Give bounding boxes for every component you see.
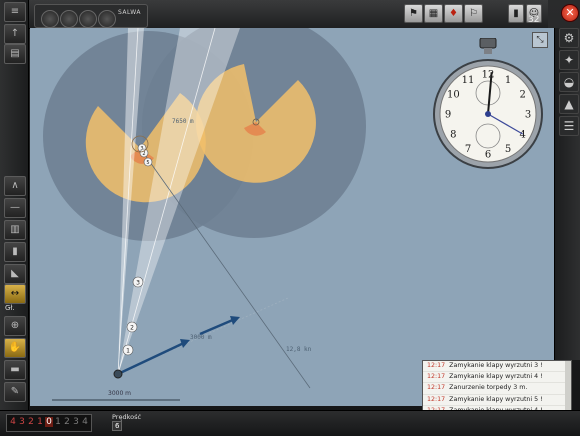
dial-number: 6 xyxy=(485,150,491,161)
menu-icon[interactable]: ≡ xyxy=(4,2,26,22)
svg-text:3: 3 xyxy=(136,280,140,287)
stopwatch-stem xyxy=(484,48,492,54)
speed-step[interactable]: 2 xyxy=(63,417,71,427)
log-entry: 12:17 Zanurzenie torpedy 3 m. xyxy=(423,383,571,395)
dial-number: 5 xyxy=(505,144,511,155)
stopwatch-crown-icon[interactable] xyxy=(479,37,497,49)
map-tool-icon[interactable]: ▥ xyxy=(4,220,26,240)
speed-step[interactable]: 0 xyxy=(45,417,53,427)
cluster-marker[interactable]: 2 xyxy=(139,148,149,158)
dial-number: 4 xyxy=(519,130,525,141)
tube-slot-icon[interactable] xyxy=(98,10,116,28)
log-time: 12:17 xyxy=(427,384,446,392)
stopwatch-pivot xyxy=(485,111,491,117)
salvo-label: SALWA xyxy=(117,9,141,16)
tube-slot-icon[interactable] xyxy=(41,10,59,28)
dial-number: 12 xyxy=(482,70,495,81)
track-marker-2[interactable]: 2 xyxy=(126,321,138,333)
dial-number: 2 xyxy=(519,90,525,101)
flag-icon[interactable]: ⚐ xyxy=(464,4,483,23)
right-toolbar: ⚙ ✦ ◒ ▲ ☰ xyxy=(554,28,580,360)
tube-slot-icon[interactable] xyxy=(79,10,97,28)
dial-number: 8 xyxy=(450,130,456,141)
nav-icon[interactable]: ✦ xyxy=(559,50,579,70)
log-entry: 12:17Zamykanie klapy wyrzutni 4 ! xyxy=(423,372,571,384)
speed-value: 6 xyxy=(112,421,123,431)
dial-number: 1 xyxy=(505,75,511,86)
depth-label: Gł. xyxy=(5,304,15,312)
svg-text:1: 1 xyxy=(126,348,130,355)
salvo-panel[interactable]: SALWA xyxy=(34,4,148,28)
pencil-icon[interactable]: ✎ xyxy=(4,382,26,402)
target-course-arrow xyxy=(199,317,236,336)
list-icon[interactable]: ☰ xyxy=(559,116,579,136)
measure-tool-icon[interactable]: ↔ xyxy=(4,284,26,304)
torpedo-count: 32 xyxy=(528,15,540,25)
dial-number: 7 xyxy=(465,144,471,155)
log-entry: 12:17Zamykanie klapy wyrzutni 3 ! xyxy=(423,361,571,373)
own-ship-marker[interactable] xyxy=(113,369,123,379)
tube-slot-icon[interactable] xyxy=(60,10,78,28)
scale-label: 3000 m xyxy=(108,390,132,397)
log-time: 12:17 xyxy=(427,373,446,381)
left-toolbar: ≡ ↑ ▤ ∧ — ▥ ▮ ◣ ↔ Gł. ⊕ ✋ ▬ ✎ xyxy=(0,0,29,410)
speed-step[interactable]: 1 xyxy=(36,417,44,427)
speed-step[interactable]: 3 xyxy=(72,417,80,427)
speed-step[interactable]: 3 xyxy=(18,417,26,427)
range-label: 3000 m xyxy=(190,334,212,341)
stopwatch[interactable]: 12 1 2 3 4 5 6 7 8 9 10 11 xyxy=(432,37,544,182)
svg-text:2: 2 xyxy=(142,151,145,157)
gear-icon[interactable]: ⚙ xyxy=(559,28,579,48)
svg-text:5: 5 xyxy=(146,160,149,166)
dial-number: 3 xyxy=(525,110,531,121)
dial-number: 11 xyxy=(462,75,475,86)
triangle-tool-icon[interactable]: ◣ xyxy=(4,264,26,284)
speed-title: Prędkość xyxy=(112,413,142,421)
log-text: Zamykanie klapy wyrzutni 5 ! xyxy=(449,395,543,403)
log-time: 12:17 xyxy=(427,395,446,403)
close-icon[interactable]: ✕ xyxy=(561,4,579,22)
speed-step[interactable]: 2 xyxy=(27,417,35,427)
torpedo-icon[interactable]: ▮ xyxy=(508,4,524,23)
compass-tool-icon[interactable]: ∧ xyxy=(4,176,26,196)
dial-number: 9 xyxy=(445,110,451,121)
log-text: Zamykanie klapy wyrzutni 3 ! xyxy=(449,362,543,369)
dial-number: 10 xyxy=(447,90,460,101)
periscope-icon[interactable]: ↑ xyxy=(4,24,26,44)
track-marker-1[interactable]: 1 xyxy=(122,344,134,356)
hull-icon[interactable]: ◒ xyxy=(559,72,579,92)
keyboard-icon[interactable]: ▦ xyxy=(424,4,443,23)
log-text: Zamykanie klapy wyrzutni 4 ! xyxy=(449,373,543,381)
arrow-head-icon xyxy=(180,339,190,348)
log-text: Zanurzenie torpedy 3 m. xyxy=(449,384,528,392)
ruler-icon[interactable]: — xyxy=(4,198,26,218)
crosshair-icon[interactable]: ⊕ xyxy=(4,316,26,336)
speed-step[interactable]: 4 xyxy=(9,417,17,427)
speed-label: 12,8 kn xyxy=(286,346,312,353)
depth-gauge-icon[interactable]: ▤ xyxy=(4,44,26,64)
battery-icon[interactable]: ▮ xyxy=(4,242,26,262)
svg-text:2: 2 xyxy=(130,325,134,332)
track-marker-3[interactable]: 3 xyxy=(132,276,144,288)
eraser-icon[interactable]: ▬ xyxy=(4,360,26,380)
alarm-bell-icon[interactable]: ♦ xyxy=(444,4,463,23)
ship-icon[interactable]: ▲ xyxy=(559,94,579,114)
log-entry: 12:17 Zamykanie klapy wyrzutni 5 ! xyxy=(423,395,571,406)
range-label: 7650 m xyxy=(172,118,194,125)
speed-selector[interactable]: 432101234 xyxy=(6,414,92,432)
target-marker-icon[interactable]: ⚑ xyxy=(404,4,423,23)
cluster-marker[interactable]: 5 xyxy=(143,157,153,167)
hand-tool-icon[interactable]: ✋ xyxy=(4,338,26,358)
speed-step[interactable]: 4 xyxy=(81,417,89,427)
log-time: 12:17 xyxy=(427,362,446,369)
speed-step[interactable]: 1 xyxy=(54,417,62,427)
